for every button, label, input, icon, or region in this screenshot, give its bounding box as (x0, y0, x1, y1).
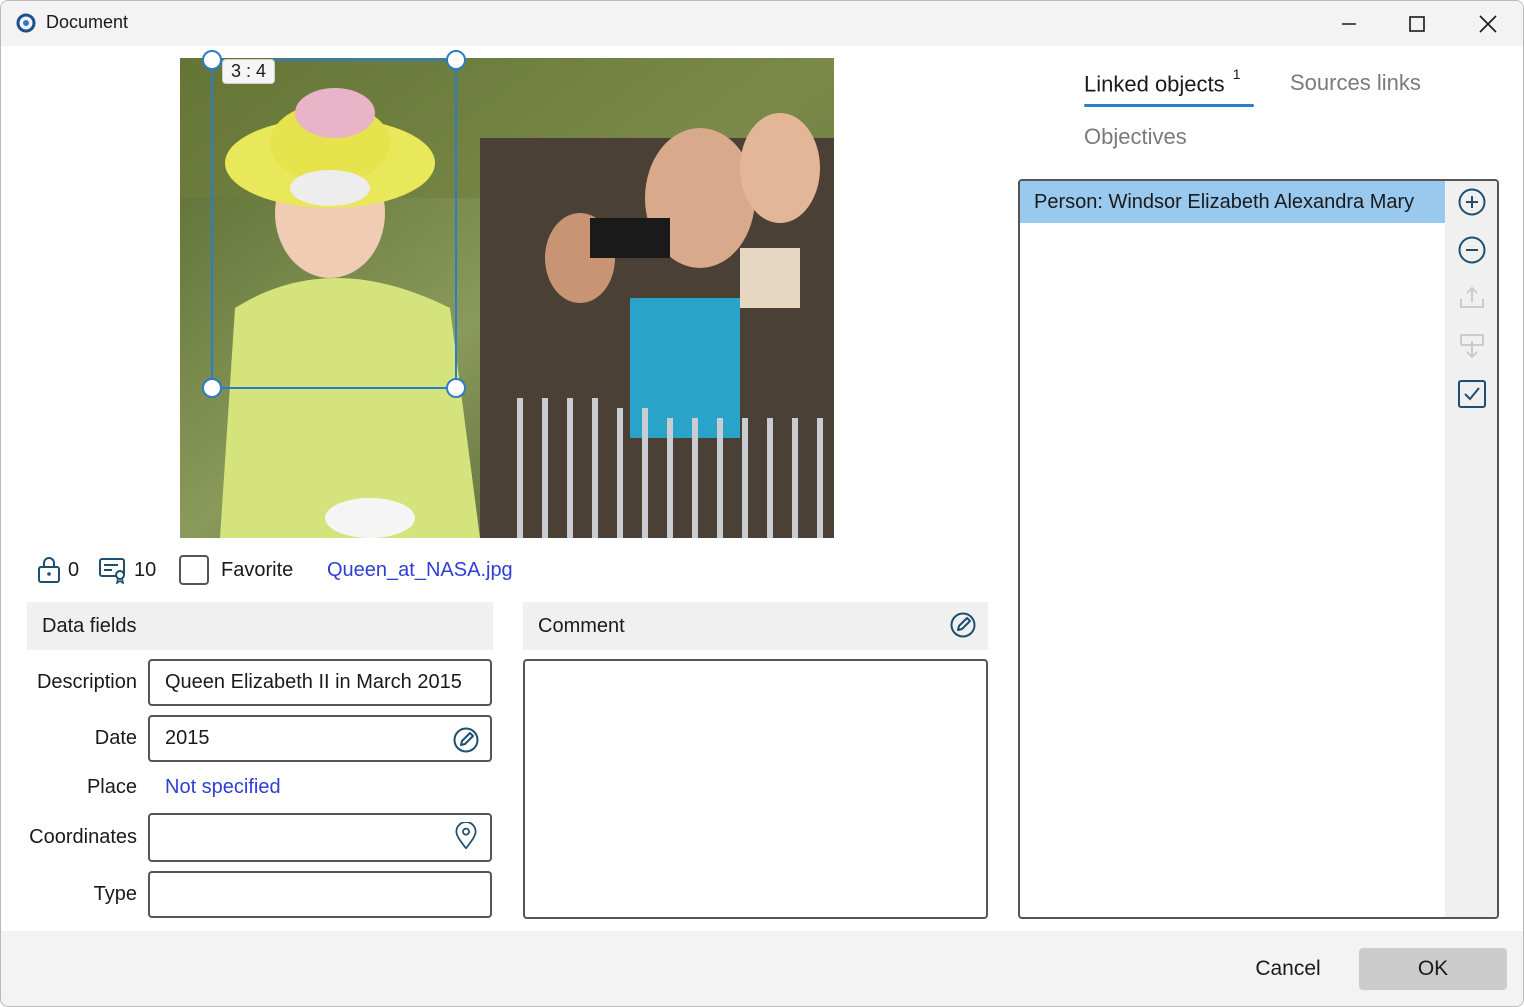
filename-link[interactable]: Queen_at_NASA.jpg (327, 551, 513, 589)
close-button[interactable] (1453, 1, 1523, 46)
comment-textarea[interactable] (523, 659, 988, 919)
lock-counter[interactable]: 0 (37, 551, 79, 589)
minimize-icon (1342, 22, 1356, 25)
comment-header: Comment (523, 602, 988, 650)
maximize-icon (1409, 15, 1425, 32)
type-label: Type (93, 883, 137, 905)
move-down-icon[interactable] (1457, 331, 1487, 361)
crop-handle-top-left[interactable] (202, 50, 222, 70)
certificate-icon (99, 558, 125, 584)
select-checkbox-icon[interactable] (1457, 379, 1487, 409)
map-pin-icon[interactable] (452, 822, 480, 850)
edit-date-icon[interactable] (452, 726, 480, 754)
tab-linked-objects[interactable]: Linked objects 1 (1084, 66, 1241, 97)
data-fields-header: Data fields (27, 602, 493, 650)
date-value: 2015 (165, 727, 210, 749)
date-field[interactable]: 2015 (148, 715, 492, 762)
certificate-count: 10 (134, 558, 157, 581)
type-field[interactable] (148, 871, 492, 918)
document-dialog: Document 3: 4 0 10 Favorite Queen_at_NA… (0, 0, 1524, 1007)
maximize-button[interactable] (1382, 1, 1452, 46)
description-label: Description (36, 671, 137, 693)
app-logo-icon (16, 13, 36, 33)
list-item[interactable]: Person: Windsor Elizabeth Alexandra Mary (1020, 181, 1447, 223)
minimize-button[interactable] (1314, 1, 1384, 46)
linked-objects-list[interactable]: Person: Windsor Elizabeth Alexandra Mary (1018, 179, 1499, 919)
description-value: Queen Elizabeth II in March 2015 (165, 671, 462, 693)
description-field[interactable]: Queen Elizabeth II in March 2015 (148, 659, 492, 706)
edit-comment-icon[interactable] (949, 611, 977, 639)
favorite-checkbox[interactable]: Favorite (179, 551, 293, 589)
document-info-row: 0 10 Favorite Queen_at_NASA.jpg (37, 551, 637, 589)
ok-button[interactable]: OK (1359, 948, 1507, 990)
place-link[interactable]: Not specified (165, 776, 281, 799)
window-title: Document (46, 12, 129, 32)
tab-linked-objects-label: Linked objects (1084, 71, 1225, 97)
close-icon (1479, 14, 1497, 33)
favorite-checkbox-box[interactable] (179, 555, 209, 585)
place-label: Place (86, 776, 137, 798)
coordinates-field[interactable] (148, 813, 492, 862)
linked-objects-count: 1 (1232, 66, 1241, 82)
certificate-counter[interactable]: 10 (98, 551, 156, 589)
move-up-icon[interactable] (1457, 283, 1487, 313)
lock-icon (38, 557, 60, 583)
add-link-button[interactable] (1457, 187, 1487, 217)
crop-handle-bottom-right[interactable] (446, 378, 466, 398)
crop-frame[interactable] (211, 59, 457, 389)
favorite-label: Favorite (221, 558, 294, 581)
date-label: Date (94, 727, 137, 749)
tab-objectives[interactable]: Objectives (1084, 124, 1187, 150)
active-tab-indicator (1084, 104, 1254, 107)
cancel-button[interactable]: Cancel (1233, 948, 1343, 990)
tab-sources-links[interactable]: Sources links (1290, 70, 1421, 96)
comment-title: Comment (538, 614, 625, 637)
crop-ratio-badge[interactable]: 3 : 4 (222, 59, 276, 84)
crop-handle-bottom-left[interactable] (202, 378, 222, 398)
crop-handle-top-right[interactable] (446, 50, 466, 70)
list-item-label: Person: Windsor Elizabeth Alexandra Mary (1034, 190, 1415, 213)
coordinates-label: Coordinates (29, 826, 137, 848)
remove-link-button[interactable] (1457, 235, 1487, 265)
lock-count: 0 (68, 558, 80, 581)
title-bar: Document (1, 1, 1523, 46)
